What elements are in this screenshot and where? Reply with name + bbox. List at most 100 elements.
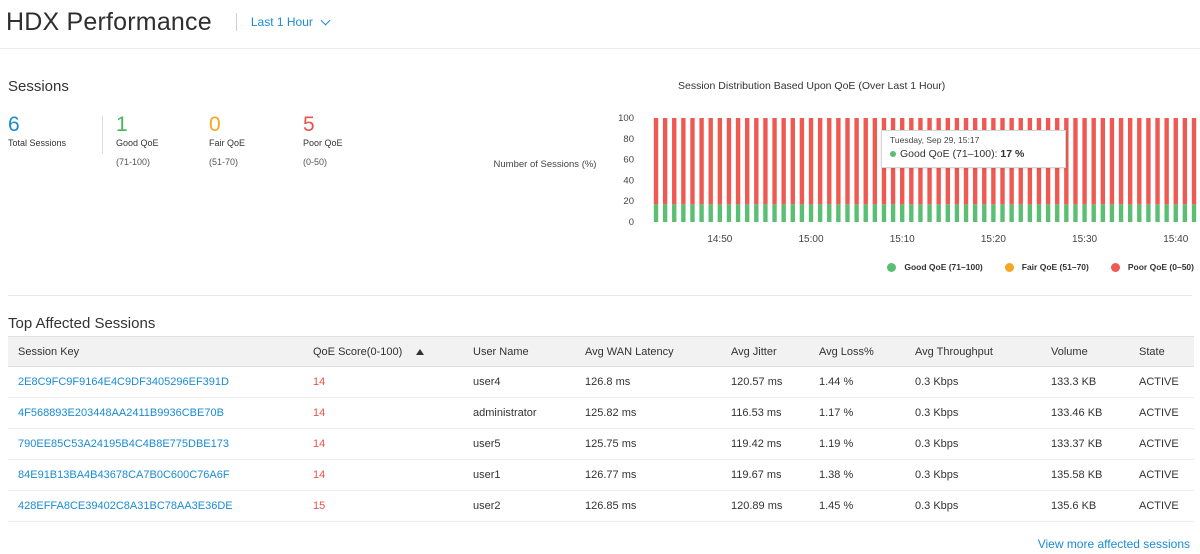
bar-segment-poor[interactable] [745,118,750,205]
column-header-state[interactable]: State [1129,336,1194,367]
bar-segment-poor[interactable] [772,118,777,205]
bar-segment-good[interactable] [690,204,695,222]
sort-ascending-icon[interactable] [416,348,425,355]
bar-segment-good[interactable] [1073,204,1078,222]
bar-segment-good[interactable] [653,204,659,222]
bar-segment-good[interactable] [1146,204,1151,222]
bar-segment-good[interactable] [1137,204,1142,222]
bar-segment-poor[interactable] [1191,118,1197,205]
bar-segment-good[interactable] [708,204,713,222]
bar-segment-poor[interactable] [827,118,832,205]
bar-segment-good[interactable] [1082,204,1087,222]
time-range-dropdown[interactable]: Last 1 Hour [251,15,331,29]
bar-segment-good[interactable] [1109,204,1115,222]
session-key-link[interactable]: 84E91B13BA4B43678CA7B0C600C76A6F [8,459,303,491]
bar-segment-poor[interactable] [1182,118,1188,205]
column-header-user-name[interactable]: User Name [463,336,575,367]
bar-segment-good[interactable] [909,204,914,222]
bar-segment-good[interactable] [699,204,704,222]
bar-segment-poor[interactable] [1100,118,1106,205]
bar-segment-good[interactable] [954,204,960,222]
bar-segment-poor[interactable] [1173,118,1178,205]
view-more-affected-sessions-link[interactable]: View more affected sessions [1038,537,1190,551]
bar-segment-good[interactable] [781,204,786,222]
column-header-qoe-score-label[interactable]: QoE Score(0-100) [313,346,402,358]
bar-segment-good[interactable] [1036,204,1042,222]
bar-segment-good[interactable] [772,204,777,222]
bar-segment-good[interactable] [945,204,950,222]
bar-segment-good[interactable] [936,204,941,222]
table-row[interactable]: 790EE85C53A24195B4C4B8E775DBE173 14 user… [8,428,1194,460]
bar-segment-good[interactable] [1055,204,1060,222]
bar-segment-poor[interactable] [763,118,768,205]
bar-segment-good[interactable] [927,204,932,222]
bar-segment-good[interactable] [1191,204,1197,222]
bar-segment-poor[interactable] [781,118,786,205]
bar-segment-good[interactable] [845,204,850,222]
bar-segment-poor[interactable] [708,118,713,205]
bar-segment-poor[interactable] [854,118,859,205]
bar-segment-good[interactable] [717,204,723,222]
bar-segment-good[interactable] [900,204,905,222]
bar-segment-poor[interactable] [1091,118,1096,205]
bar-segment-good[interactable] [1064,204,1069,222]
bar-segment-good[interactable] [1045,204,1051,222]
time-range-label[interactable]: Last 1 Hour [251,15,313,29]
column-header-qoe-score[interactable]: QoE Score(0-100) [303,336,463,367]
bar-segment-poor[interactable] [672,118,677,205]
column-header-avg-jitter[interactable]: Avg Jitter [721,336,809,367]
session-key-link[interactable]: 4F568893E203448AA2411B9936CBE70B [8,397,303,429]
session-key-link[interactable]: 428EFFA8CE39402C8A31BC78AA3E36DE [8,490,303,522]
bar-segment-good[interactable] [799,204,805,222]
bar-segment-poor[interactable] [1127,118,1133,205]
bar-segment-poor[interactable] [790,118,795,205]
bar-segment-good[interactable] [836,204,841,222]
column-header-avg-throughput[interactable]: Avg Throughput [905,336,1041,367]
bar-segment-poor[interactable] [1137,118,1142,205]
bar-segment-good[interactable] [790,204,795,222]
bar-segment-good[interactable] [1027,204,1033,222]
bar-segment-poor[interactable] [699,118,704,205]
bar-segment-good[interactable] [1100,204,1106,222]
bar-segment-good[interactable] [872,204,878,222]
session-key-link[interactable]: 2E8C9FC9F9164E4C9DF3405296EF391D [8,366,303,398]
bar-segment-good[interactable] [1164,204,1169,222]
bar-segment-good[interactable] [808,204,814,222]
legend-item-poor[interactable]: Poor QoE (0–50) [1110,262,1194,272]
bar-segment-poor[interactable] [735,118,741,205]
column-header-avg-wan-latency[interactable]: Avg WAN Latency [575,336,721,367]
bar-segment-good[interactable] [982,204,987,222]
column-header-session-key[interactable]: Session Key [8,336,303,367]
bar-segment-good[interactable] [890,204,896,222]
bar-segment-poor[interactable] [872,118,878,205]
session-key-link[interactable]: 790EE85C53A24195B4C4B8E775DBE173 [8,428,303,460]
table-row[interactable]: 84E91B13BA4B43678CA7B0C600C76A6F 14 user… [8,459,1194,491]
bar-segment-good[interactable] [726,204,732,222]
bar-segment-poor[interactable] [681,118,686,205]
bar-segment-good[interactable] [1182,204,1188,222]
bar-segment-poor[interactable] [1118,118,1124,205]
bar-segment-good[interactable] [735,204,741,222]
chevron-down-icon[interactable] [320,15,331,25]
bar-segment-poor[interactable] [726,118,732,205]
bar-segment-good[interactable] [817,204,823,222]
bar-segment-poor[interactable] [799,118,805,205]
bar-segment-good[interactable] [672,204,677,222]
bar-segment-good[interactable] [863,204,868,222]
bar-segment-good[interactable] [1155,204,1160,222]
bar-segment-good[interactable] [1018,204,1023,222]
column-header-volume[interactable]: Volume [1041,336,1129,367]
bar-segment-poor[interactable] [808,118,814,205]
bar-segment-good[interactable] [763,204,768,222]
bar-segment-poor[interactable] [653,118,659,205]
bar-segment-poor[interactable] [662,118,668,205]
column-header-avg-loss[interactable]: Avg Loss% [809,336,905,367]
qoe-distribution-chart[interactable]: 0 20 40 60 80 100 14:50 15:00 15:10 15:20 15:30 15:… [600,108,1200,248]
bar-segment-poor[interactable] [1073,118,1078,205]
bar-segment-poor[interactable] [863,118,868,205]
bar-segment-good[interactable] [662,204,668,222]
bar-segment-good[interactable] [991,204,996,222]
bar-segment-good[interactable] [745,204,750,222]
bar-segment-poor[interactable] [1146,118,1151,205]
legend-item-fair[interactable]: Fair QoE (51–70) [1004,262,1089,272]
